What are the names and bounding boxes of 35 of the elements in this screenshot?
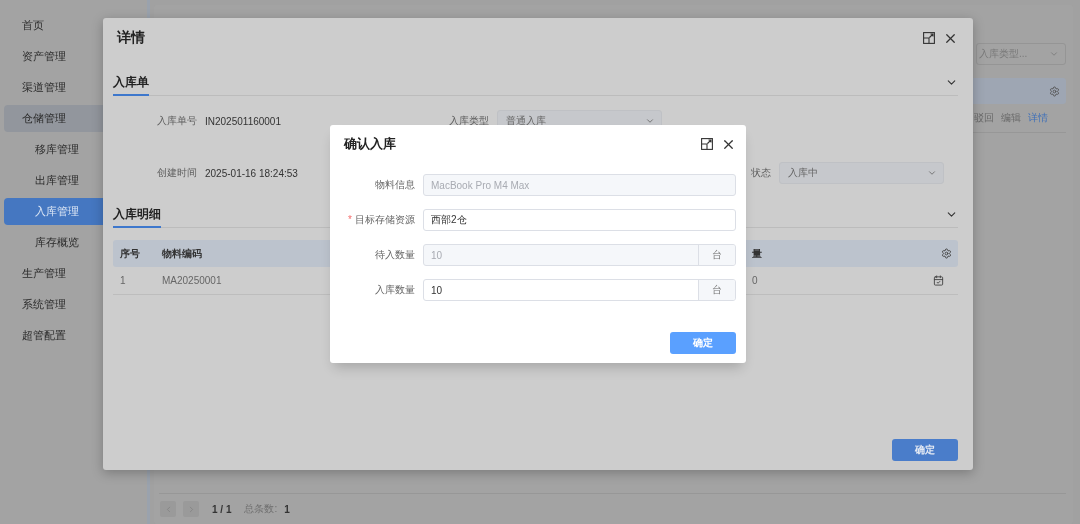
table-cell-text: MA20250001 [161, 275, 222, 286]
total-count: 1 [284, 503, 290, 515]
dialog-title: 详情 [117, 29, 145, 47]
calendar-icon[interactable] [933, 275, 944, 286]
input-field: 10 台 [423, 244, 736, 266]
field-label: 待入数量 [374, 248, 416, 262]
section-title: 入库单 [113, 74, 149, 96]
input-field: MacBook Pro M4 Max [423, 174, 736, 196]
page-indicator: 1 / 1 [212, 503, 232, 515]
field-value: 2025-01-16 18:24:53 [205, 167, 298, 179]
confirm-button[interactable]: 确定 [892, 439, 958, 461]
field-value: IN202501160001 [205, 115, 281, 127]
chevron-icon [1049, 49, 1059, 59]
settings-icon[interactable] [941, 248, 952, 259]
maximize-icon[interactable] [701, 138, 713, 150]
column-header: 物料编码 [161, 246, 202, 261]
chevron-icon [927, 168, 937, 178]
section-title: 入库明细 [113, 206, 161, 228]
field-label: * 目标存储资源 [347, 213, 416, 227]
field-label: 入库单号 [156, 114, 198, 128]
input-field[interactable]: 10 台 [423, 279, 736, 301]
dialog-title: 确认入库 [344, 135, 396, 153]
field-label: 创建时间 [156, 166, 198, 180]
maximize-icon[interactable] [923, 32, 935, 44]
table-cell-text: 1 [119, 275, 126, 286]
input-field[interactable]: 西部2仓 [423, 209, 736, 231]
field-label: 物料信息 [374, 178, 416, 192]
column-header: 量 [751, 246, 762, 261]
field-label: 状态 [750, 166, 772, 180]
chevron-icon [645, 116, 655, 126]
select-field[interactable]: 入库中 [779, 162, 944, 184]
column-header: 序号 [119, 246, 140, 261]
field-label: 入库类型 [448, 114, 490, 128]
field-label: 入库数量 [374, 283, 416, 297]
table-cell-text: 0 [751, 275, 758, 286]
